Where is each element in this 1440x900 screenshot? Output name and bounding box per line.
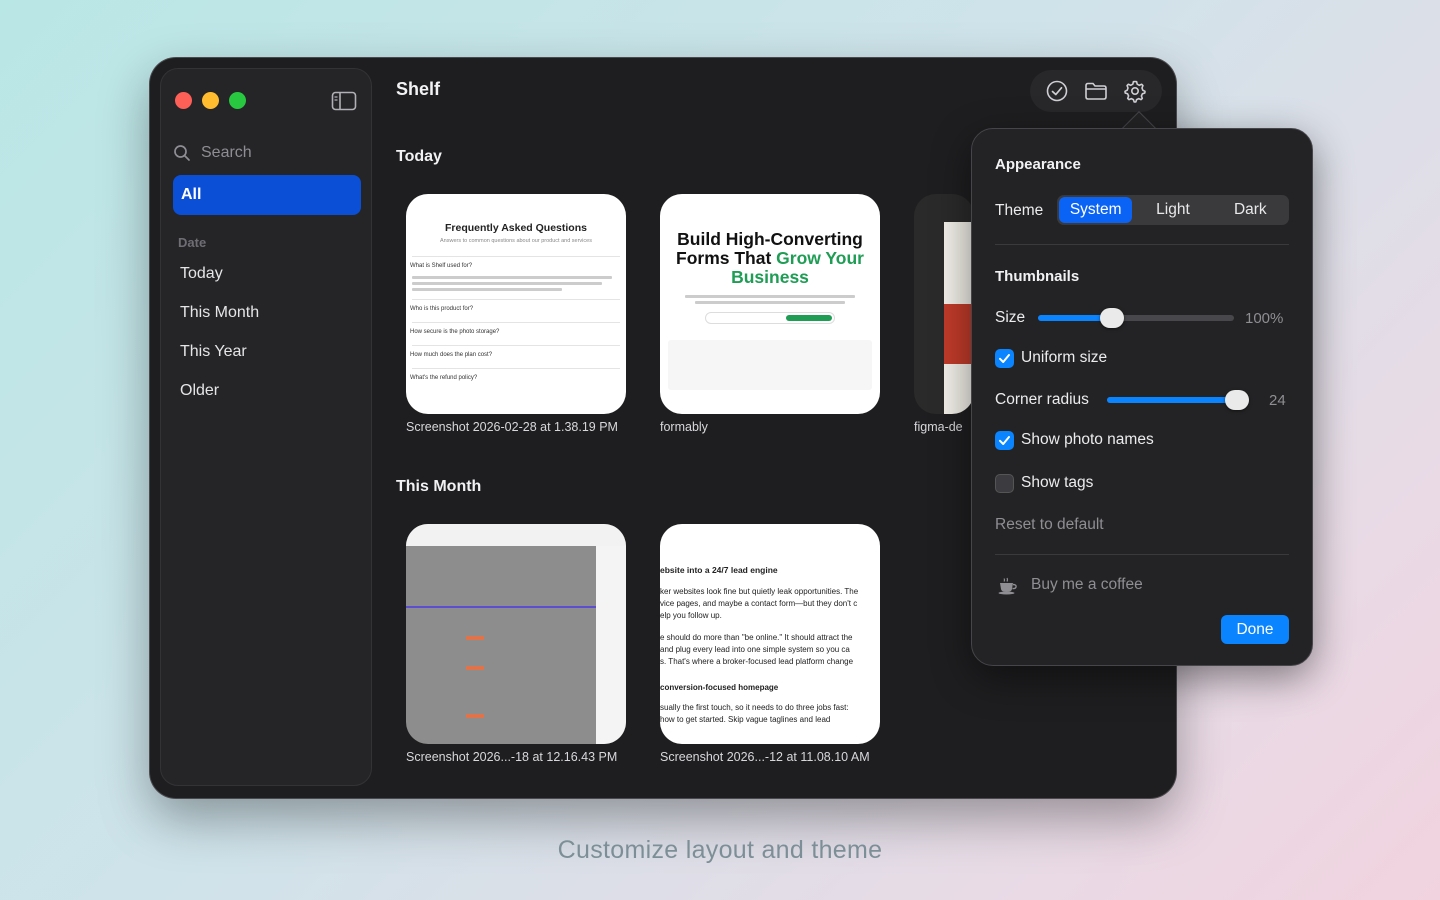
toolbar <box>1030 70 1162 112</box>
preview-headline-2b: Grow Your <box>776 248 864 268</box>
theme-option-light[interactable]: Light <box>1136 197 1209 223</box>
preview-email-form <box>705 312 835 324</box>
preview-paragraph: ker websites look fine but quietly leak … <box>660 587 859 596</box>
sidebar-item-all[interactable]: All <box>173 175 361 215</box>
theme-option-system[interactable]: System <box>1059 197 1133 223</box>
show-tags-checkbox[interactable] <box>995 474 1014 493</box>
size-label: Size <box>995 309 1026 326</box>
preview-heading: ebsite into a 24/7 lead engine <box>660 565 778 575</box>
preview-heading: Frequently Asked Questions <box>445 222 587 234</box>
appearance-heading: Appearance <box>995 156 1081 173</box>
thumbnails-heading: Thumbnails <box>995 268 1080 285</box>
preview-question: How much does the plan cost? <box>410 352 493 358</box>
thumbnail-figma[interactable] <box>914 194 974 414</box>
gear-icon[interactable] <box>1123 79 1147 103</box>
preview-cta-button <box>786 315 832 321</box>
page-title: Shelf <box>396 79 441 99</box>
preview-paragraph: s. That's where a broker-focused lead pl… <box>660 657 854 666</box>
corner-radius-slider-fill <box>1107 397 1237 403</box>
theme-option-dark[interactable]: Dark <box>1214 197 1287 223</box>
settings-popover: Appearance Theme System Light Dark Thumb… <box>971 128 1313 666</box>
preview-badge <box>466 636 484 640</box>
reset-to-default-button[interactable]: Reset to default <box>995 516 1104 534</box>
preview-question: What's the refund policy? <box>410 375 478 381</box>
caption: Customize layout and theme <box>557 836 883 864</box>
thumbnail-name: Screenshot 2026...-18 at 12.16.43 PM <box>406 750 618 764</box>
preview-badge <box>466 666 484 670</box>
preview-headline-3: Business <box>731 267 809 287</box>
group-title-this-month: This Month <box>396 478 482 495</box>
divider <box>995 244 1289 245</box>
theme-segmented-control: System Light Dark <box>1057 195 1289 225</box>
preview-row-highlight <box>406 606 596 608</box>
preview-headline-2a: Forms That <box>676 248 777 268</box>
done-button[interactable]: Done <box>1221 615 1289 644</box>
show-photo-names-label: Show photo names <box>1021 431 1154 448</box>
group-title-today: Today <box>396 148 442 165</box>
preview-subheading: conversion-focused homepage <box>660 683 779 692</box>
preview-subtitle: Answers to common questions about our pr… <box>440 238 592 244</box>
checkmark-circle-icon[interactable] <box>1045 79 1069 103</box>
sidebar-toggle-icon[interactable] <box>331 91 357 111</box>
preview-text-line <box>412 276 612 279</box>
preview-paragraph: elp you follow up. <box>660 611 722 620</box>
thumbnail-screenshot-table[interactable] <box>406 524 626 744</box>
minimize-window-button[interactable] <box>202 92 219 109</box>
coffee-cup-icon <box>997 577 1019 600</box>
thumbnail-formably[interactable]: Build High-Converting Forms That Grow Yo… <box>660 194 880 414</box>
size-slider[interactable] <box>1038 308 1234 328</box>
preview-question: What is Shelf used for? <box>410 263 473 269</box>
close-window-button[interactable] <box>175 92 192 109</box>
uniform-size-label: Uniform size <box>1021 349 1108 366</box>
preview-nav-spacer <box>660 194 880 208</box>
window-controls <box>175 92 246 109</box>
thumbnail-name: figma-de <box>914 420 963 434</box>
thumbnail-name: formably <box>660 420 708 434</box>
folder-icon[interactable] <box>1084 79 1108 103</box>
corner-radius-label: Corner radius <box>995 391 1089 408</box>
preview-paragraph: sually the first touch, so it needs to d… <box>660 703 849 712</box>
corner-radius-slider-knob[interactable] <box>1225 390 1249 410</box>
preview-paragraph: vice pages, and maybe a contact form—but… <box>660 599 858 608</box>
thumbnail-faq[interactable]: Frequently Asked Questions Answers to co… <box>406 194 626 414</box>
preview-paragraph: how to get started. Skip vague taglines … <box>660 715 831 724</box>
preview-badge <box>466 714 484 718</box>
preview-paragraph: and plug every lead into one simple syst… <box>660 645 850 654</box>
preview-table <box>668 340 872 390</box>
preview-image <box>944 304 974 364</box>
sidebar-item-today[interactable]: Today <box>180 265 223 283</box>
thumbnail-lead-engine[interactable]: ebsite into a 24/7 lead engine ker websi… <box>660 524 880 744</box>
corner-radius-value: 24 <box>1269 392 1286 409</box>
preview-text-line <box>412 288 562 291</box>
preview-text-line <box>695 301 845 304</box>
search-icon <box>174 145 190 161</box>
preview-text-line <box>412 282 602 285</box>
show-tags-label: Show tags <box>1021 474 1094 491</box>
thumbnail-name: Screenshot 2026...-12 at 11.08.10 AM <box>660 750 870 764</box>
sidebar: Search All Date Today This Month This Ye… <box>160 68 372 786</box>
buy-me-a-coffee-link[interactable]: Buy me a coffee <box>1031 576 1143 594</box>
thumbnail-name: Screenshot 2026-02-28 at 1.38.19 PM <box>406 420 618 434</box>
search-placeholder: Search <box>201 144 252 161</box>
sidebar-section-date: Date <box>178 235 207 250</box>
corner-radius-slider[interactable] <box>1107 390 1249 410</box>
sidebar-item-older[interactable]: Older <box>180 382 219 400</box>
preview-headline-1: Build High-Converting <box>677 229 863 249</box>
uniform-size-checkbox[interactable] <box>995 349 1014 368</box>
size-slider-knob[interactable] <box>1099 308 1124 328</box>
preview-paragraph: e should do more than "be online." It sh… <box>660 633 853 642</box>
theme-label: Theme <box>995 202 1044 219</box>
show-photo-names-checkbox[interactable] <box>995 431 1014 450</box>
size-value: 100% <box>1245 310 1284 327</box>
sidebar-item-this-month[interactable]: This Month <box>180 304 259 322</box>
preview-question: How secure is the photo storage? <box>410 329 500 335</box>
preview-side-panel <box>596 546 626 744</box>
preview-text-line <box>685 295 855 298</box>
preview-question: Who is this product for? <box>410 306 474 312</box>
search-field[interactable]: Search <box>173 144 252 162</box>
sidebar-item-this-year[interactable]: This Year <box>180 343 247 361</box>
divider <box>995 554 1289 555</box>
zoom-window-button[interactable] <box>229 92 246 109</box>
preview-header <box>406 524 626 546</box>
